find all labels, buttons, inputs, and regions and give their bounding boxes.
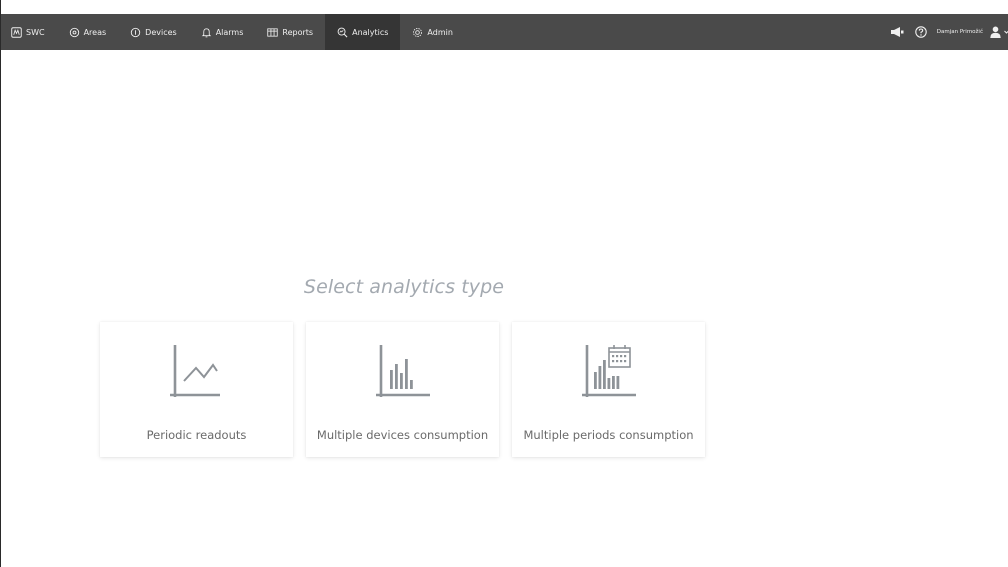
gear-icon (412, 27, 423, 38)
bar-calendar-chart-icon (582, 345, 636, 397)
chevron-down-icon[interactable] (1004, 29, 1008, 35)
megaphone-icon[interactable] (890, 26, 905, 38)
nav-item-label: Reports (282, 27, 314, 37)
nav-item-label: Devices (145, 27, 177, 37)
bar-chart-icon (376, 345, 430, 397)
app-window: SWC Areas Devices Alarms Reports Analyti… (0, 0, 1008, 567)
nav-item-reports[interactable]: Reports (255, 14, 325, 50)
nav-item-admin[interactable]: Admin (400, 14, 465, 50)
nav-item-swc[interactable]: SWC (1, 14, 57, 50)
card-multiple-periods-consumption[interactable]: Multiple periods consumption (512, 322, 705, 457)
card-multiple-devices-consumption[interactable]: Multiple devices consumption (306, 322, 499, 457)
card-label: Multiple periods consumption (523, 428, 694, 442)
top-navigation-bar: SWC Areas Devices Alarms Reports Analyti… (1, 14, 1008, 50)
help-icon[interactable] (914, 26, 927, 38)
nav-item-label: Alarms (215, 27, 244, 37)
nav-item-devices[interactable]: Devices (118, 14, 189, 50)
bell-icon (201, 27, 212, 38)
page-title: Select analytics type (303, 276, 505, 298)
location-pin-icon (69, 27, 80, 38)
card-label: Multiple devices consumption (316, 428, 489, 442)
nav-item-label: Admin (427, 27, 453, 37)
user-icon[interactable] (990, 26, 1001, 38)
nav-item-label: SWC (26, 27, 45, 37)
nav-item-alarms[interactable]: Alarms (189, 14, 256, 50)
nav-item-analytics[interactable]: Analytics (325, 14, 401, 50)
card-periodic-readouts[interactable]: Periodic readouts (100, 322, 293, 457)
card-label: Periodic readouts (146, 428, 247, 442)
nav-item-areas[interactable]: Areas (57, 14, 119, 50)
nav-item-label: Areas (83, 27, 107, 37)
search-chart-icon (337, 27, 348, 38)
nav-item-label: Analytics (352, 27, 389, 37)
line-chart-icon (170, 345, 220, 397)
user-name[interactable]: Damjan Primožič (937, 29, 983, 35)
device-icon (130, 27, 141, 38)
header-tools: Damjan Primožič (880, 14, 1008, 50)
table-icon (267, 27, 279, 38)
logo-icon (11, 26, 22, 38)
